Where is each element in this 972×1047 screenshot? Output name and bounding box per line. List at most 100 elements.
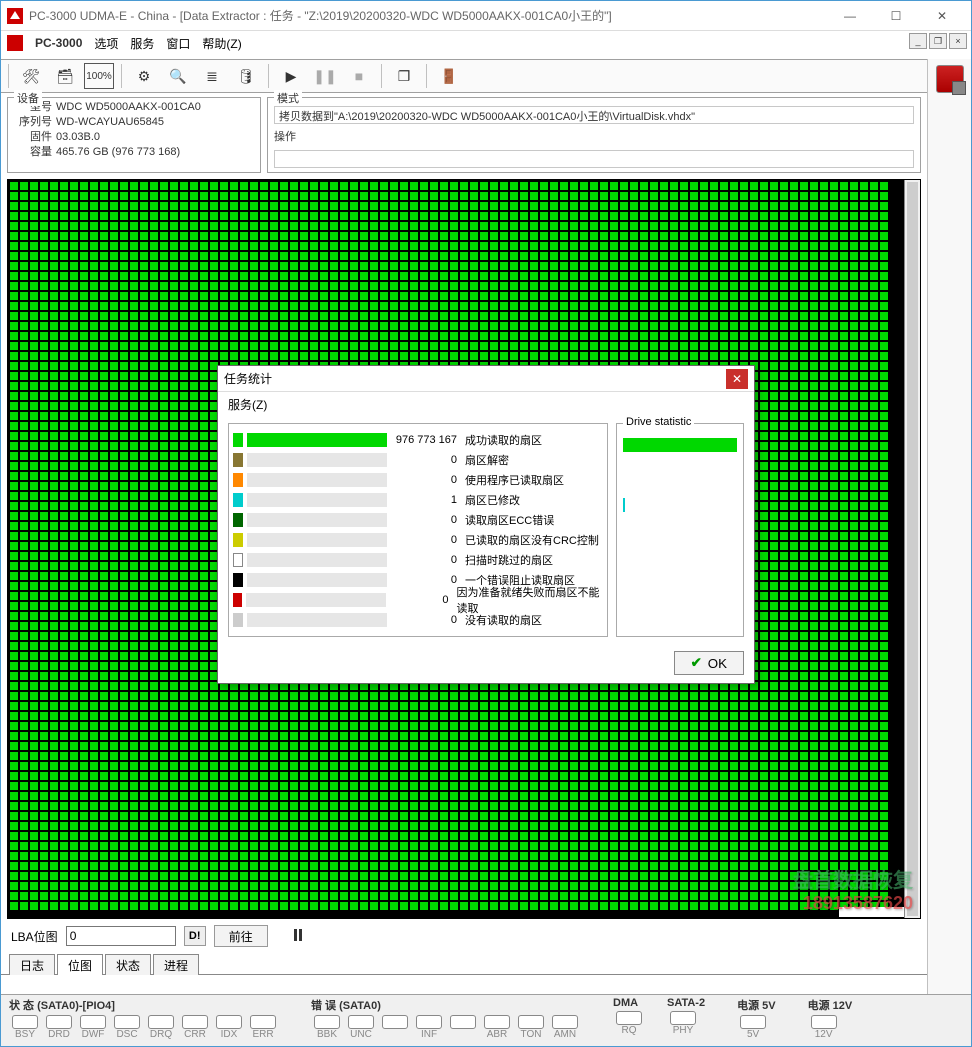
stat-row-3: 1 扇区已修改 (233, 490, 603, 510)
menu-app-label[interactable]: PC-3000 (35, 36, 82, 50)
titlebar: PC-3000 UDMA-E - China - [Data Extractor… (1, 1, 971, 31)
tool-pause-icon[interactable]: ❚❚ (310, 63, 340, 89)
led-error-4 (447, 1015, 479, 1040)
tool-disk-icon[interactable]: 🗃 (50, 63, 80, 89)
led-p12-0: 12V (808, 1015, 840, 1040)
label-firmware: 固件 (14, 130, 56, 145)
tool-config-icon[interactable]: ⚙ (129, 63, 159, 89)
dialog-titlebar[interactable]: 任务统计 ✕ (218, 366, 754, 392)
tab-log[interactable]: 日志 (9, 954, 55, 975)
stat-bar (247, 553, 387, 567)
stat-value: 0 (391, 454, 461, 466)
status-group-dma: DMA RQ (613, 997, 645, 1044)
mdi-minimize[interactable]: _ (909, 33, 927, 49)
status-error-title: 错 误 (SATA0) (311, 997, 581, 1013)
tab-process[interactable]: 进程 (153, 954, 199, 975)
tab-status[interactable]: 状态 (105, 954, 151, 975)
stat-swatch (233, 593, 242, 607)
toolbar: 🛠 🗃 100% ⚙ 🔍 ≣ 🛢 ▶ ❚❚ ■ ❐ 🚪 (1, 59, 927, 93)
led-dma-0: RQ (613, 1011, 645, 1036)
menu-item-options[interactable]: 选项 (94, 35, 118, 52)
goto-button[interactable]: 前往 (214, 925, 268, 947)
right-tool-icon[interactable] (936, 65, 964, 93)
main-window: PC-3000 UDMA-E - China - [Data Extractor… (0, 0, 972, 1047)
stat-bar (247, 513, 387, 527)
led-error-0: BBK (311, 1015, 343, 1040)
value-model: WDC WD5000AAKX-001CA0 (56, 100, 201, 115)
stat-label: 已读取的扇区没有CRC控制 (465, 532, 599, 548)
ok-button[interactable]: ✔OK (674, 651, 744, 675)
menu-item-help[interactable]: 帮助(Z) (202, 35, 241, 52)
status-power12-title: 电源 12V (808, 997, 853, 1013)
tool-filter-icon[interactable]: ≣ (197, 63, 227, 89)
stat-label: 扇区解密 (465, 452, 509, 468)
tool-db-icon[interactable]: 🛢 (231, 63, 261, 89)
status-bar: 状 态 (SATA0)-[PIO4] BSYDRDDWFDSCDRQCRRIDX… (1, 994, 971, 1046)
stat-label: 扇区已修改 (465, 492, 520, 508)
right-toolstrip (927, 59, 971, 994)
lba-input[interactable] (66, 926, 176, 946)
stat-row-5: 0已读取的扇区没有CRC控制 (233, 530, 603, 550)
led-state-2: DWF (77, 1015, 109, 1040)
drive-stat-panel: Drive statistic (616, 423, 744, 637)
minimize-button[interactable]: — (827, 2, 873, 30)
stat-swatch (233, 513, 243, 527)
stat-value: 1 (391, 494, 461, 506)
mdi-close[interactable]: × (949, 33, 967, 49)
stat-row-8: 0因为准备就绪失败而扇区不能读取 (233, 590, 603, 610)
dialog-menu[interactable]: 服务(Z) (218, 392, 754, 417)
stat-row-1: 0 扇区解密 (233, 450, 603, 470)
pause-indicator[interactable] (294, 929, 302, 944)
stats-panel: 976 773 167成功读取的扇区0扇区解密0使用程序已读取扇区1扇区已修改0… (228, 423, 608, 637)
stat-bar (246, 593, 386, 607)
menu-item-window[interactable]: 窗口 (166, 35, 190, 52)
mdi-restore[interactable]: ❐ (929, 33, 947, 49)
app-icon (7, 8, 23, 24)
tool-percent-icon[interactable]: 100% (84, 63, 114, 89)
tool-search-icon[interactable]: 🔍 (163, 63, 193, 89)
led-state-0: BSY (9, 1015, 41, 1040)
led-error-1: UNC (345, 1015, 377, 1040)
led-state-6: IDX (213, 1015, 245, 1040)
lba-d-button[interactable]: D! (184, 926, 206, 946)
label-capacity: 容量 (14, 145, 56, 160)
menu-app-icon (7, 35, 23, 51)
tool-stop-icon[interactable]: ■ (344, 63, 374, 89)
stat-value: 0 (390, 594, 453, 606)
stat-bar (247, 453, 387, 467)
stat-swatch (233, 493, 243, 507)
tool-tools-icon[interactable]: 🛠 (16, 63, 46, 89)
close-button[interactable]: ✕ (919, 2, 965, 30)
dialog-close-button[interactable]: ✕ (726, 369, 748, 389)
menu-item-service[interactable]: 服务 (130, 35, 154, 52)
map-scrollbar[interactable] (904, 180, 920, 918)
led-error-5: ABR (481, 1015, 513, 1040)
stat-swatch (233, 533, 243, 547)
stat-label: 使用程序已读取扇区 (465, 472, 564, 488)
device-panel-title: 设备 (14, 90, 42, 106)
stat-bar (247, 473, 387, 487)
maximize-button[interactable]: ☐ (873, 2, 919, 30)
status-group-state: 状 态 (SATA0)-[PIO4] BSYDRDDWFDSCDRQCRRIDX… (9, 997, 279, 1044)
bottom-controls: LBA位图 D! 前往 (1, 919, 927, 953)
stat-value: 0 (391, 554, 461, 566)
led-state-5: CRR (179, 1015, 211, 1040)
tool-play-icon[interactable]: ▶ (276, 63, 306, 89)
tab-bitmap[interactable]: 位图 (57, 954, 103, 975)
info-bar: 设备 型号WDC WD5000AAKX-001CA0 序列号WD-WCAYUAU… (1, 93, 927, 177)
stat-row-2: 0 使用程序已读取扇区 (233, 470, 603, 490)
stat-swatch (233, 453, 243, 467)
device-panel: 设备 型号WDC WD5000AAKX-001CA0 序列号WD-WCAYUAU… (7, 97, 261, 173)
tool-exit-icon[interactable]: 🚪 (434, 63, 464, 89)
led-error-2 (379, 1015, 411, 1040)
mode-panel-title: 模式 (274, 90, 302, 106)
operation-value (274, 150, 914, 168)
tool-copy-icon[interactable]: ❐ (389, 63, 419, 89)
mode-panel: 模式 拷贝数据到"A:\2019\20200320-WDC WD5000AAKX… (267, 97, 921, 173)
mdi-buttons: _ ❐ × (909, 33, 967, 49)
window-title: PC-3000 UDMA-E - China - [Data Extractor… (29, 7, 827, 24)
stat-value: 0 (391, 474, 461, 486)
operation-label: 操作 (274, 128, 914, 144)
check-icon: ✔ (691, 655, 702, 671)
task-stats-dialog: 任务统计 ✕ 服务(Z) 976 773 167成功读取的扇区0扇区解密0使用程… (217, 365, 755, 684)
